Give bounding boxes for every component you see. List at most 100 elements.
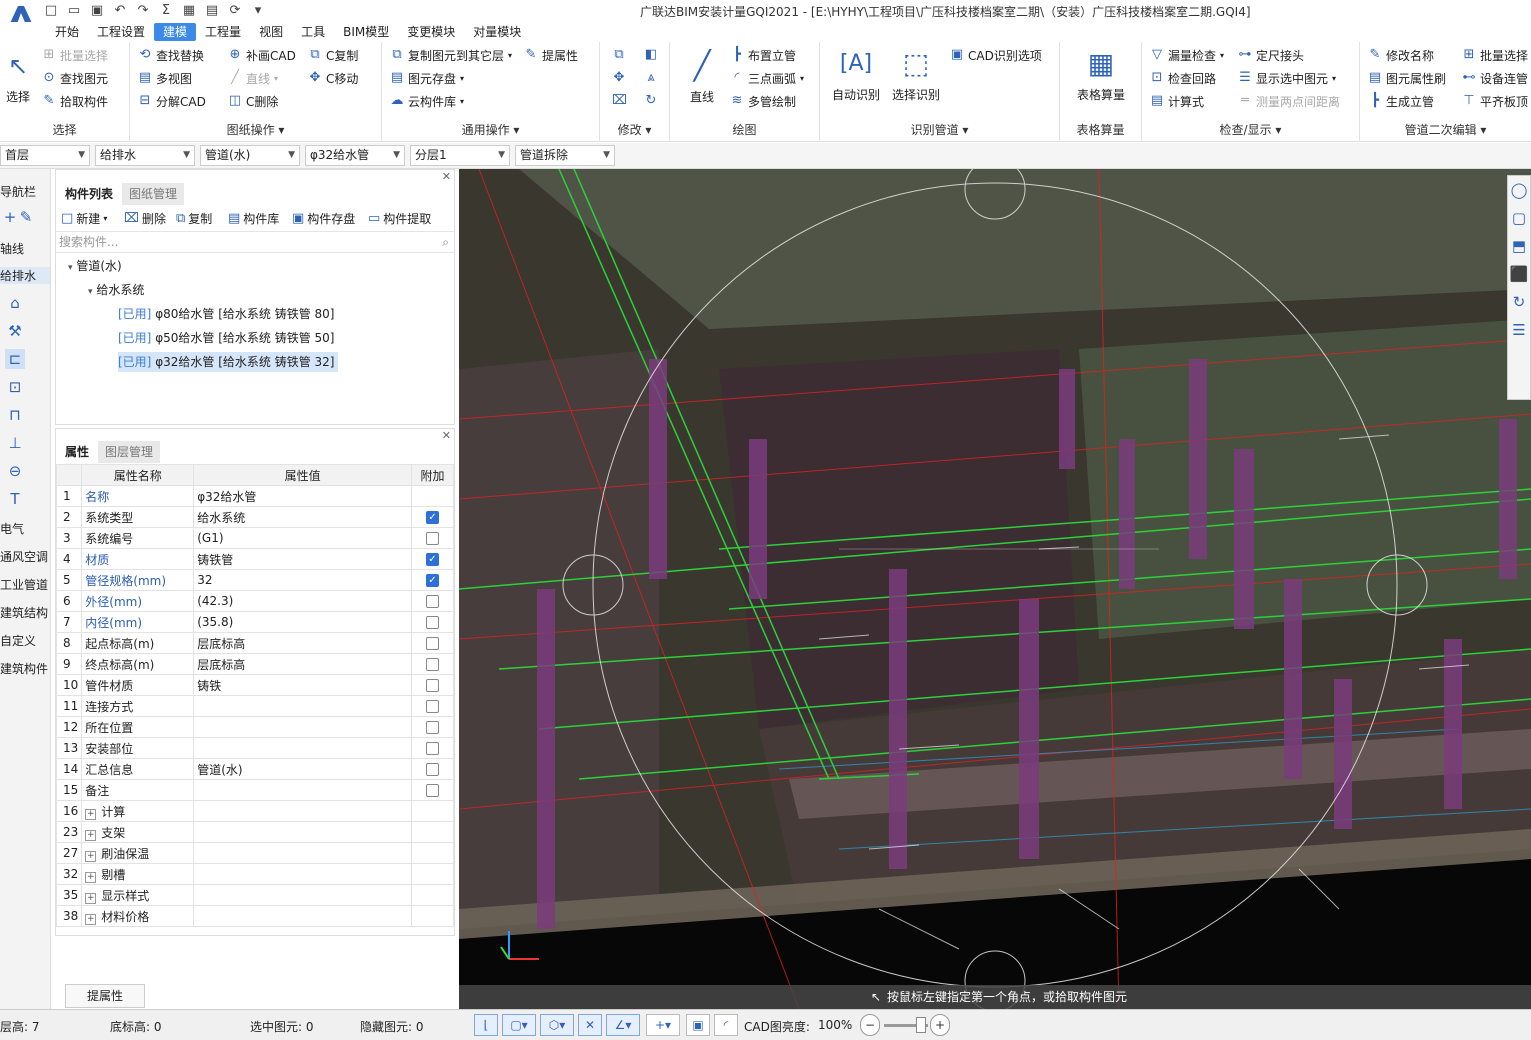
display-button[interactable]: ▣	[686, 1014, 710, 1036]
checkbox[interactable]: ✓	[426, 553, 439, 566]
select-identify-button[interactable]: ⬚ 选择识别	[888, 46, 944, 103]
property-group-row[interactable]: 32 + 剔槽	[55, 863, 454, 885]
menu-tools[interactable]: 工具	[292, 23, 334, 41]
menu-modeling[interactable]: 建模	[154, 23, 197, 41]
place-riser-button[interactable]: ┣ 布置立管	[730, 46, 796, 64]
property-row[interactable]: 7 内径(mm) (35.8)	[55, 611, 454, 633]
tree-item-pipe-32[interactable]: [已用] φ32给水管 [给水系统 铸铁管 32]	[118, 352, 339, 372]
open-folder-icon[interactable]: ▭	[65, 2, 83, 19]
checkbox[interactable]	[426, 721, 439, 734]
multi-pipe-draw-button[interactable]: ≋ 多管绘制	[730, 92, 796, 110]
group-name[interactable]: + 支架	[81, 821, 195, 843]
pipe-batch-select-button[interactable]: ⊞ 批量选择	[1462, 46, 1528, 64]
grid-icon[interactable]: ▦	[180, 2, 198, 19]
rename-button[interactable]: ✎ 修改名称	[1368, 46, 1434, 64]
discipline-select[interactable]: 给排水 ▼	[95, 145, 195, 166]
zoom-in-button[interactable]: +	[930, 1014, 950, 1036]
component-select[interactable]: φ32给水管 ▼	[305, 145, 405, 166]
drawing-ops-label[interactable]: 图纸操作 ▾	[130, 121, 381, 138]
property-row[interactable]: 3 系统编号 (G1)	[55, 527, 454, 549]
property-group-row[interactable]: 27 + 刷油保温	[55, 842, 454, 864]
draw-line-button[interactable]: ╱ 直线	[682, 48, 722, 105]
menu-change-module[interactable]: 变更模块	[398, 23, 464, 41]
modify-flip-button[interactable]: ⩓	[644, 69, 658, 87]
property-row[interactable]: 5 管径规格(mm) 32 ✓	[55, 569, 454, 591]
copy-component-button[interactable]: ⧉ 复制	[176, 210, 212, 227]
modify-mirror-button[interactable]: ◧	[644, 46, 658, 64]
property-group-row[interactable]: 35 + 显示样式	[55, 884, 454, 906]
pipe-icon[interactable]: ⊏	[5, 349, 25, 369]
property-row[interactable]: 1 名称 φ32给水管	[55, 485, 454, 507]
nav-item-hvac[interactable]: 通风空调	[0, 548, 48, 565]
find-element-button[interactable]: ⊙ 查找图元	[42, 69, 108, 87]
property-row[interactable]: 2 系统类型 给水系统 ✓	[55, 506, 454, 528]
c-move-button[interactable]: ✥ C移动	[308, 69, 359, 87]
tab-drawing-management[interactable]: 图纸管理	[122, 183, 185, 205]
cad-identify-options-button[interactable]: ▣ CAD识别选项	[950, 46, 1042, 64]
show-selected-button[interactable]: ☰ 显示选中图元 ▾	[1238, 69, 1336, 87]
modify-copy-button[interactable]: ⧉	[612, 46, 626, 64]
pipe-edit-label[interactable]: 管道二次编辑 ▾	[1360, 121, 1531, 138]
undo-icon[interactable]: ↶	[111, 2, 129, 19]
close-icon[interactable]: ✕	[442, 429, 451, 442]
property-row[interactable]: 12 所在位置	[55, 716, 454, 738]
expand-plus-icon[interactable]: +	[85, 808, 97, 820]
property-value[interactable]	[193, 695, 412, 717]
demolition-select[interactable]: 管道拆除 ▼	[515, 145, 615, 166]
report-icon[interactable]: ▤	[203, 2, 221, 19]
solid-view-icon[interactable]: ⬛	[1508, 260, 1530, 288]
property-value[interactable]: 32	[193, 569, 412, 591]
3d-viewport[interactable]: ◯ ▢ ⬒ ⬛ ↻ ☰ ↖ 按鼠标左键指定第一个角点，或拾取构件图元	[459, 169, 1531, 1009]
fixed-joint-button[interactable]: ⊶ 定尺接头	[1238, 46, 1305, 64]
property-row[interactable]: 14 汇总信息 管道(水)	[55, 758, 454, 780]
nav-item-industrial-pipe[interactable]: 工业管道	[0, 576, 48, 593]
property-row[interactable]: 4 材质 铸铁管 ✓	[55, 548, 454, 570]
menu-start[interactable]: 开始	[46, 23, 88, 41]
property-row[interactable]: 8 起点标高(m) 层底标高	[55, 632, 454, 654]
property-group-row[interactable]: 23 + 支架	[55, 821, 454, 843]
line-button[interactable]: ╱ 直线 ▾	[228, 69, 278, 87]
nav-edit-icon[interactable]: ✎	[16, 207, 36, 227]
checkbox[interactable]	[426, 658, 439, 671]
property-row[interactable]: 9 终点标高(m) 层底标高	[55, 653, 454, 675]
checkbox[interactable]: ✓	[426, 574, 439, 587]
batch-select-button[interactable]: ⊞ 批量选择	[42, 46, 108, 64]
model-scene[interactable]	[459, 169, 1531, 1009]
expand-plus-icon[interactable]: +	[85, 892, 97, 904]
checkbox[interactable]: ✓	[426, 511, 439, 524]
expand-plus-icon[interactable]: +	[85, 850, 97, 862]
property-row[interactable]: 10 管件材质 铸铁	[55, 674, 454, 696]
nav-item-axis[interactable]: 轴线	[0, 240, 24, 257]
menu-compare-module[interactable]: 对量模块	[464, 23, 530, 41]
view-mode-button[interactable]: ⬡▾	[540, 1014, 574, 1036]
property-row[interactable]: 11 连接方式	[55, 695, 454, 717]
equipment-icon[interactable]: ⚒	[5, 321, 25, 341]
three-point-arc-button[interactable]: ◜ 三点画弧 ▾	[730, 69, 804, 87]
modify-delete-button[interactable]: ⌧	[612, 92, 627, 110]
tab-layer-management[interactable]: 图层管理	[98, 441, 161, 463]
calc-icon[interactable]: Σ	[157, 2, 175, 19]
menu-bim-model[interactable]: BIM模型	[334, 23, 398, 41]
property-value[interactable]: 管道(水)	[193, 758, 412, 780]
component-save-button[interactable]: ▣ 构件存盘	[292, 210, 355, 227]
property-row[interactable]: 13 安装部位	[55, 737, 454, 759]
property-value[interactable]: (G1)	[193, 527, 412, 549]
filter-view-icon[interactable]: ☰	[1508, 316, 1530, 344]
find-replace-button[interactable]: ⟲ 查找替换	[138, 46, 204, 64]
delete-component-button[interactable]: ⌧ 删除	[124, 210, 166, 227]
missing-check-button[interactable]: ▽ 漏量检查 ▾	[1150, 46, 1224, 64]
property-value[interactable]: 层底标高	[193, 653, 412, 675]
checkbox[interactable]	[426, 595, 439, 608]
component-type-select[interactable]: 管道(水) ▼	[200, 145, 300, 166]
zoom-out-button[interactable]: −	[860, 1014, 880, 1036]
checkbox[interactable]	[426, 742, 439, 755]
expand-plus-icon[interactable]: +	[85, 829, 97, 841]
property-value[interactable]: 给水系统	[193, 506, 412, 528]
floor-select[interactable]: 首层 ▼	[0, 145, 90, 166]
auto-identify-button[interactable]: [A] 自动识别	[828, 46, 884, 103]
modify-label[interactable]: 修改 ▾	[600, 121, 669, 138]
get-property-button[interactable]: ✎ 提属性	[524, 46, 578, 64]
close-icon[interactable]: ✕	[442, 170, 451, 183]
accessory-icon[interactable]: ⊥	[5, 433, 25, 453]
get-property-bottom-button[interactable]: 提属性	[65, 984, 145, 1008]
